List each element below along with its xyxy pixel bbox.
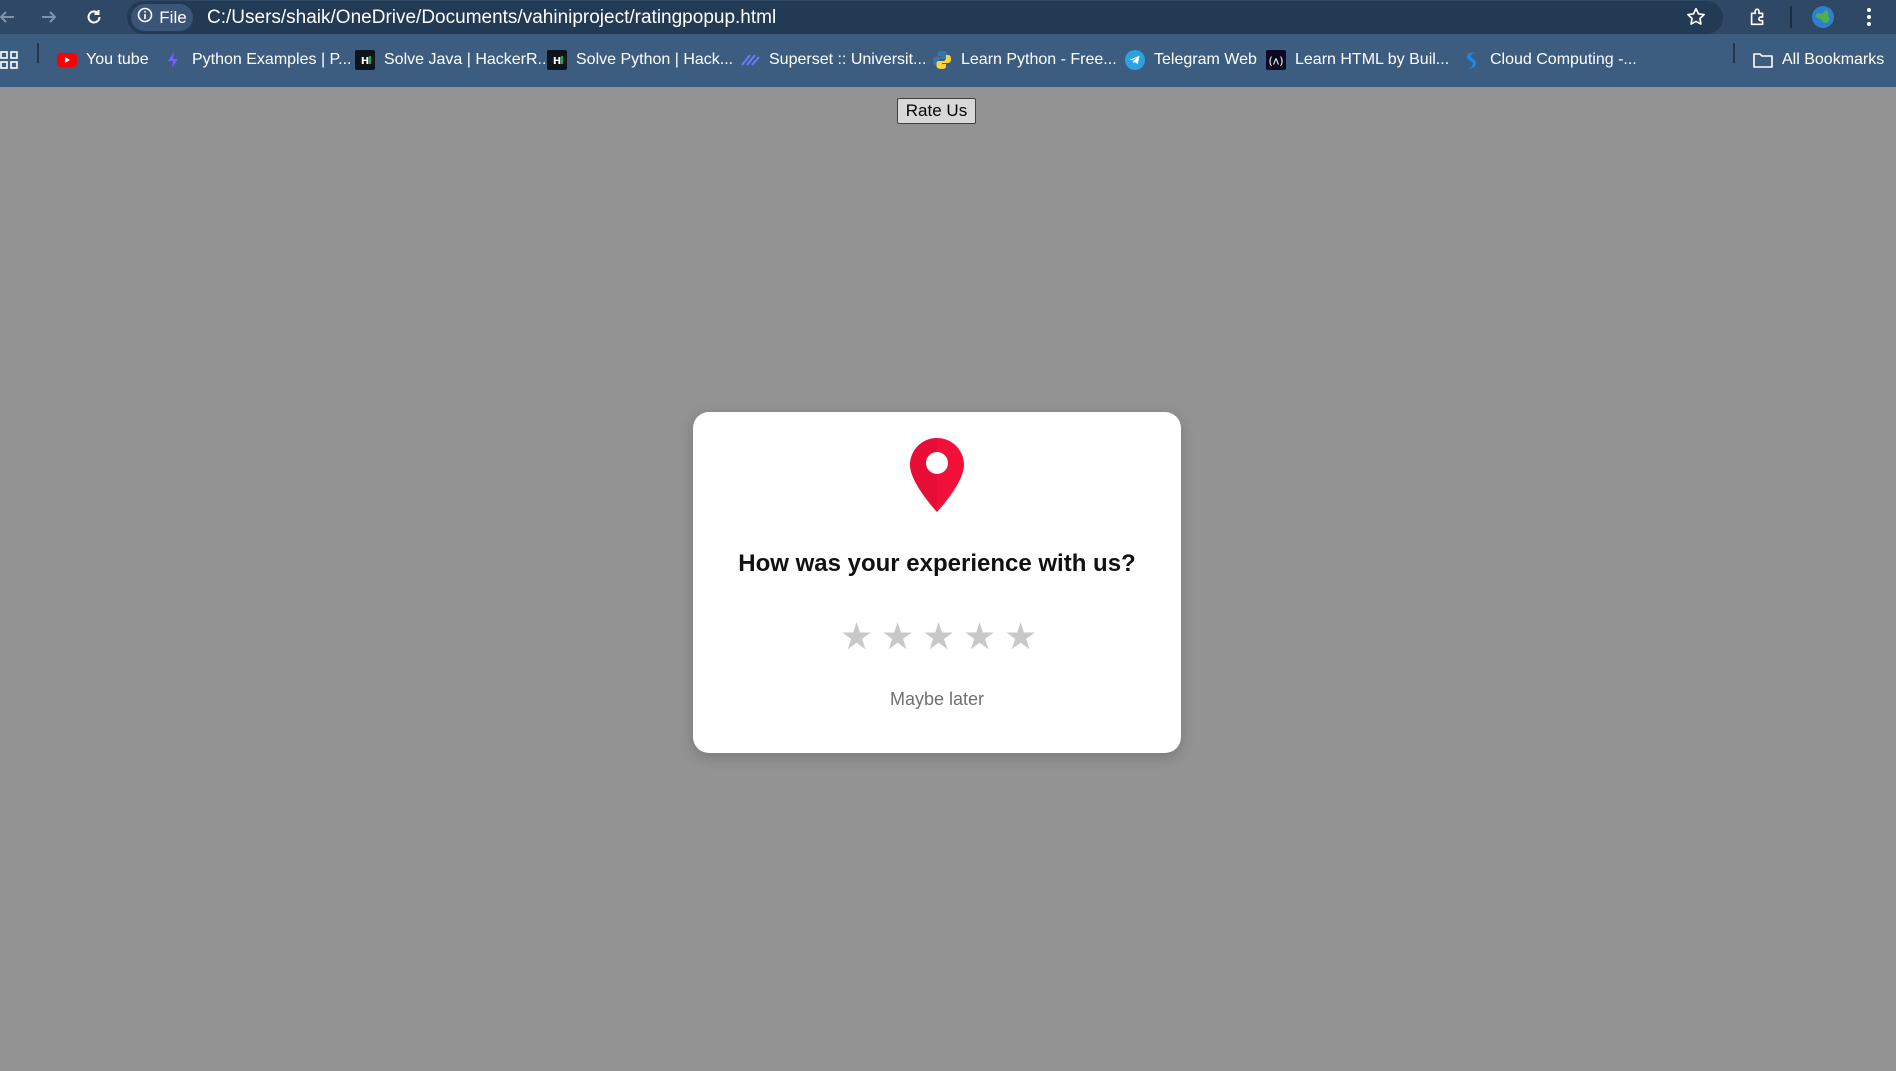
file-chip-label: File — [159, 7, 187, 27]
toolbar-divider — [1790, 6, 1792, 28]
bookmark-label: Cloud Computing -... — [1490, 51, 1637, 68]
more-menu-icon[interactable] — [1857, 5, 1881, 29]
bookmark-youtube[interactable]: You tube — [57, 47, 149, 73]
bookmarks-bar: You tube Python Examples | P... H Solve … — [0, 34, 1896, 87]
svg-text:H: H — [553, 56, 561, 67]
hackerrank-icon: H — [547, 50, 567, 70]
bookmark-learn-html[interactable]: (ʌ) Learn HTML by Buil... — [1266, 47, 1449, 73]
location-pin-icon — [908, 436, 966, 519]
bookmarks-divider — [37, 43, 39, 63]
apps-grid-icon[interactable] — [0, 47, 18, 73]
star-2-icon[interactable]: ★ — [881, 618, 914, 655]
bookmark-label: You tube — [86, 51, 149, 68]
all-bookmarks-label: All Bookmarks — [1782, 51, 1885, 68]
bookmark-star-icon[interactable] — [1685, 6, 1707, 33]
bookmark-superset[interactable]: Superset :: Universit... — [740, 47, 926, 73]
site-info-chip[interactable]: File — [131, 4, 193, 31]
extensions-puzzle-icon[interactable] — [1746, 5, 1770, 29]
bookmark-solve-python[interactable]: H Solve Python | Hack... — [547, 47, 733, 73]
url-text[interactable]: C:/Users/shaik/OneDrive/Documents/vahini… — [207, 1, 776, 34]
bookmark-label: Superset :: Universit... — [769, 51, 927, 68]
hackerrank-icon: H — [355, 50, 375, 70]
star-1-icon[interactable]: ★ — [840, 618, 873, 655]
maybe-later-link[interactable]: Maybe later — [693, 689, 1181, 710]
popup-title: How was your experience with us? — [738, 550, 1136, 577]
bookmarks-divider — [1733, 43, 1735, 63]
bookmark-label: Learn Python - Free... — [961, 51, 1117, 68]
all-bookmarks-button[interactable]: All Bookmarks — [1753, 47, 1884, 73]
bookmark-label: Solve Python | Hack... — [576, 51, 734, 68]
svg-text:H: H — [361, 56, 369, 67]
bookmark-solve-java[interactable]: H Solve Java | HackerR... — [355, 47, 551, 73]
freecodecamp-icon: (ʌ) — [1266, 50, 1286, 70]
star-3-icon[interactable]: ★ — [922, 618, 955, 655]
rate-us-button[interactable]: Rate Us — [897, 98, 976, 124]
bookmark-learn-python[interactable]: Learn Python - Free... — [932, 47, 1117, 73]
forward-arrow-icon[interactable] — [38, 6, 60, 28]
youtube-icon — [57, 50, 77, 70]
bookmark-label: Solve Java | HackerR... — [384, 51, 551, 68]
bookmark-cloud-computing[interactable]: Cloud Computing -... — [1461, 47, 1637, 73]
bookmark-label: Learn HTML by Buil... — [1295, 51, 1450, 68]
address-bar[interactable]: File C:/Users/shaik/OneDrive/Documents/v… — [127, 1, 1723, 34]
browser-toolbar: File C:/Users/shaik/OneDrive/Documents/v… — [0, 0, 1896, 34]
back-arrow-icon[interactable] — [0, 6, 18, 28]
bookmark-label: Python Examples | P... — [192, 51, 352, 68]
bookmark-label: Telegram Web — [1154, 51, 1257, 68]
info-icon — [137, 7, 153, 28]
python-examples-icon — [163, 50, 183, 70]
bookmark-python-examples[interactable]: Python Examples | P... — [163, 47, 352, 73]
profile-avatar-icon[interactable] — [1811, 5, 1835, 29]
rating-popup: How was your experience with us? ★ ★ ★ ★… — [693, 412, 1181, 753]
star-5-icon[interactable]: ★ — [1004, 618, 1037, 655]
superset-icon — [740, 50, 760, 70]
python-icon — [932, 50, 952, 70]
svg-text:(ʌ): (ʌ) — [1268, 55, 1283, 68]
star-rating[interactable]: ★ ★ ★ ★ ★ — [693, 618, 1181, 655]
bookmark-telegram[interactable]: Telegram Web — [1125, 47, 1257, 73]
star-4-icon[interactable]: ★ — [963, 618, 996, 655]
folder-icon — [1753, 50, 1773, 70]
reload-icon[interactable] — [83, 6, 105, 28]
cloud-icon — [1461, 50, 1481, 70]
telegram-icon — [1125, 50, 1145, 70]
